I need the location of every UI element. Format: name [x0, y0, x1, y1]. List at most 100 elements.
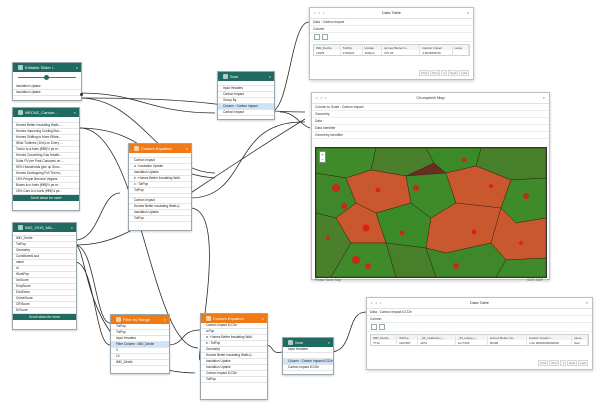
flow-canvas[interactable]: Editable Slider i.. × Insulation Uptake I… — [0, 0, 600, 404]
custom-equation-header[interactable]: Custom Equation × — [201, 314, 267, 323]
close-icon[interactable]: × — [76, 63, 78, 72]
table-cell: 3793024 — [340, 50, 363, 55]
table-cell: Sum — [571, 340, 589, 345]
imd-node-header[interactable]: IMD_2019_MA... × — [13, 223, 76, 232]
node-row[interactable]: TotPop — [201, 377, 267, 383]
table-cell: 7712 — [371, 340, 398, 345]
slider-thumb[interactable] — [44, 75, 49, 80]
sum-node-2[interactable]: Sum × Input Headers Column : Carbon Impac… — [282, 337, 334, 375]
close-icon[interactable]: × — [74, 108, 76, 117]
square-icon — [116, 317, 121, 322]
custom-equation-node[interactable]: Custom Equation × Carbon Impact a : Insul… — [128, 143, 192, 231]
close-icon[interactable]: × — [262, 314, 264, 323]
filter-node-header[interactable]: Filter by Range × — [111, 315, 169, 324]
column-label: Column — [367, 316, 592, 323]
map-regions — [316, 148, 546, 277]
column-to-scale-row[interactable]: Column to Scale : Carbon Impact — [312, 104, 549, 111]
prev-page-button[interactable]: Prev — [430, 70, 441, 76]
close-icon[interactable]: × — [328, 338, 330, 347]
choropleth-map-panel[interactable]: • • • Choropleth Map × Column to Scale :… — [311, 92, 550, 282]
geometry-identifier-row[interactable]: Geometry Identifier — [312, 132, 549, 139]
close-icon[interactable]: × — [164, 315, 166, 324]
panel-header[interactable]: • • • Data Table × — [310, 8, 473, 19]
data-row[interactable]: Data — [312, 118, 549, 125]
filter-by-range-node[interactable]: Filter by Range × TotPop TotPop Input Hea… — [110, 314, 170, 374]
close-icon[interactable]: × — [586, 298, 588, 308]
nrcnz-carbon-node[interactable]: NRCNZ_Carbon... × Homes Better Insulating… — [12, 107, 80, 211]
table-cell — [452, 50, 470, 55]
node-output-row[interactable]: Carbon Impact — [218, 110, 274, 116]
choropleth-map[interactable]: + − — [315, 147, 547, 278]
download-icon[interactable] — [379, 324, 385, 330]
close-icon[interactable]: × — [186, 144, 188, 153]
data-table-panel[interactable]: • • • Data Table × Data : Carbon Impact … — [309, 7, 474, 80]
zoom-controls: + − — [319, 151, 326, 163]
data-grid[interactable]: IMD_Decile TotPop _64_insideolts_t... _6… — [370, 334, 589, 346]
imd-node-title: IMD_2019_MA... — [25, 225, 56, 230]
first-page-button[interactable]: First — [538, 360, 549, 366]
data-grid[interactable]: IMD_Decile TotPop Uptake Homes Better In… — [313, 44, 470, 56]
table-row: 7712 1401507 a57d 1e77265 60496 1.6e 380… — [371, 340, 589, 345]
close-icon[interactable]: × — [543, 93, 545, 103]
close-icon[interactable]: × — [467, 8, 469, 18]
next-page-button[interactable]: Next — [567, 360, 578, 366]
next-page-button[interactable]: Next — [448, 70, 459, 76]
slider-node-header[interactable]: Editable Slider i.. × — [13, 63, 81, 72]
custom-equation-node-2[interactable]: Custom Equation × Carbon Impact tCO2e a:P… — [200, 313, 268, 400]
list-item[interactable]: DrScore — [13, 308, 76, 314]
square-icon — [206, 316, 211, 321]
list-item[interactable]: 15% Cars to e-fuels (€€€)½ pe... — [13, 189, 79, 195]
map-footer: Please Name Map SAVE MAP — [315, 277, 545, 284]
data-table-panel-2[interactable]: • • • Data Table × Data : Carbon Impact … — [366, 297, 593, 370]
sum-node-title: Sum — [295, 340, 304, 345]
zoom-out-button[interactable]: − — [320, 157, 325, 162]
last-page-button[interactable]: Last — [578, 360, 588, 366]
page-number[interactable]: 1 — [560, 360, 567, 366]
filter-icon[interactable] — [371, 324, 377, 330]
node-row[interactable]: TotPop — [129, 216, 191, 222]
map-name-input[interactable]: Please Name Map — [315, 278, 341, 282]
node-output-row[interactable]: Carbon Impact tCO2e — [283, 365, 333, 371]
data-source-row[interactable]: Data : Carbon Impact — [310, 19, 473, 26]
sum-node-header[interactable]: Sum × — [218, 72, 274, 81]
panel-header[interactable]: • • • Choropleth Map × — [312, 93, 549, 104]
page-number[interactable]: 1 — [441, 70, 448, 76]
sum-node-header[interactable]: Sum × — [283, 338, 333, 347]
slider-node[interactable]: Editable Slider i.. × Insulation Uptake I… — [12, 62, 83, 101]
panel-title: Data Table — [381, 10, 402, 15]
close-icon[interactable]: × — [71, 223, 73, 232]
table-cell: 4.8248458.59 — [419, 50, 453, 55]
table-cell: 1.6e 38000000000000 — [526, 340, 572, 345]
data-identifier-row[interactable]: Data Identifier — [312, 125, 549, 132]
imd-2019-node[interactable]: IMD_2019_MA... × IMD_Decile TotPop Geomet… — [12, 222, 77, 330]
last-page-button[interactable]: Last — [459, 70, 469, 76]
download-icon[interactable] — [322, 34, 328, 40]
prev-page-button[interactable]: Prev — [549, 360, 560, 366]
output-port[interactable] — [80, 93, 83, 96]
filter-icon[interactable] — [314, 34, 320, 40]
insulation-slider[interactable] — [18, 75, 76, 81]
sum-node[interactable]: Sum × Input Headers Carbon Impact Group B… — [217, 71, 275, 120]
table-cell: 376.36 — [381, 50, 421, 55]
square-icon — [18, 65, 23, 70]
square-icon — [223, 74, 228, 79]
table-cell: 1e77265 — [455, 340, 488, 345]
scroll-more-hint[interactable]: Scroll down for more — [13, 195, 79, 201]
table-cell: a57d — [417, 340, 456, 345]
table-cell: 13525 — [314, 50, 341, 55]
first-page-button[interactable]: First — [419, 70, 430, 76]
table-toolbar — [310, 33, 473, 42]
custom-equation-header[interactable]: Custom Equation × — [129, 144, 191, 153]
save-map-button[interactable]: SAVE MAP — [527, 277, 543, 284]
geometry-row[interactable]: Geometry — [312, 111, 549, 118]
node-row[interactable]: IMD_Decile — [111, 360, 169, 366]
square-icon — [288, 340, 293, 345]
nrcnz-node-header[interactable]: NRCNZ_Carbon... × — [13, 108, 79, 117]
data-source-row[interactable]: Data : Carbon Impact tCO2e — [367, 309, 592, 316]
nrcnz-node-title: NRCNZ_Carbon... — [25, 110, 58, 115]
close-icon[interactable]: × — [269, 72, 271, 81]
panel-header[interactable]: • • • Data Table × — [367, 298, 592, 309]
scroll-more-hint[interactable]: Scroll down for more — [13, 314, 76, 320]
pagination: First Prev 1 Next Last — [537, 360, 588, 366]
square-icon — [18, 110, 23, 115]
